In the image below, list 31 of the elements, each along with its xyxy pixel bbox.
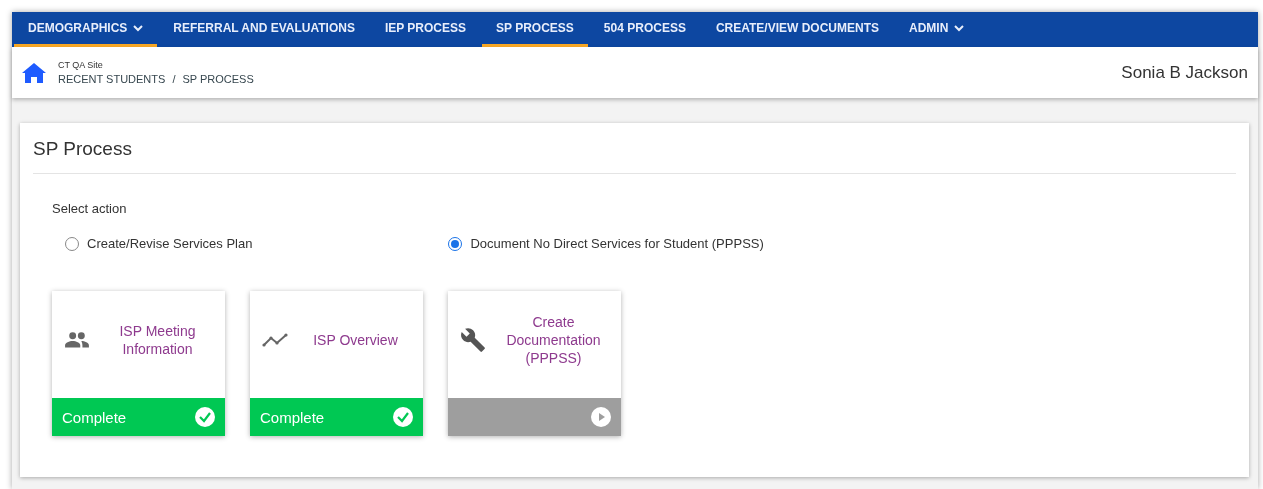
line-chart-icon — [262, 332, 288, 347]
wrench-icon — [460, 326, 486, 353]
chevron-down-icon — [954, 24, 965, 32]
people-icon — [64, 330, 90, 349]
action-tile[interactable]: ISP Overview Complete — [250, 291, 423, 436]
tile-title[interactable]: Create Documentation (PPPSS) — [496, 312, 611, 367]
select-prompt: Select action — [52, 201, 128, 216]
check-circle-icon — [195, 407, 215, 427]
breadcrumb-link[interactable]: RECENT STUDENTS — [58, 73, 166, 85]
nav-tab[interactable]: IEP PROCESS — [370, 12, 481, 47]
nav-tab[interactable]: REFERRAL AND EVALUATIONS — [159, 12, 369, 47]
check-circle-icon — [393, 407, 413, 427]
home-icon[interactable] — [22, 62, 46, 83]
tile-title[interactable]: ISP Meeting Information — [100, 321, 215, 358]
site-name: CT QA Site — [58, 60, 104, 70]
action-tile[interactable]: ISP Meeting Information Complete — [52, 291, 225, 436]
radio-label[interactable]: Create/Revise Services Plan — [87, 236, 253, 251]
radio-label[interactable]: Document No Direct Services for Student (PPPSS) — [470, 236, 764, 251]
play-circle-icon[interactable] — [591, 407, 611, 427]
status-label: Complete — [260, 408, 325, 426]
panel-title: SP Process — [33, 123, 1236, 174]
breadcrumb-current: SP PROCESS — [182, 73, 254, 85]
student-name: Sonia B Jackson — [1121, 62, 1248, 83]
breadcrumb-separator: / — [172, 73, 176, 85]
tile-title[interactable]: ISP Overview — [298, 330, 413, 349]
status-label: Complete — [62, 408, 127, 426]
nav-tab[interactable]: CREATE/VIEW DOCUMENTS — [701, 12, 894, 47]
nav-tab[interactable]: 504 PROCESS — [589, 12, 700, 47]
chevron-down-icon — [133, 24, 144, 32]
nav-tab[interactable]: ADMIN — [895, 12, 979, 47]
action-tile[interactable]: Create Documentation (PPPSS) — [448, 291, 621, 436]
